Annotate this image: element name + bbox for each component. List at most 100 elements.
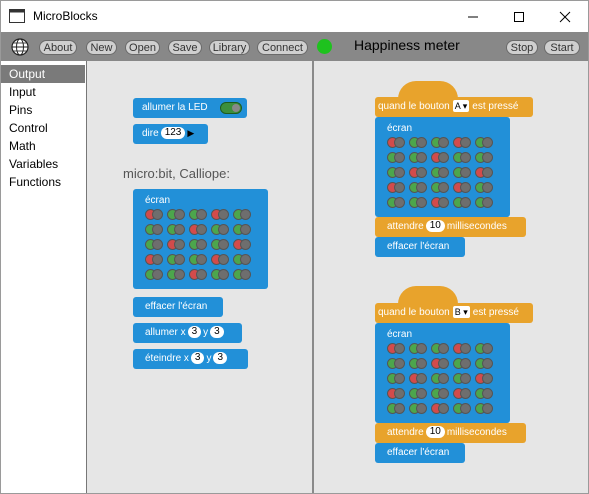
block-plot[interactable]: allumer x 3 y 3 [133, 323, 242, 343]
block-display[interactable]: écran [133, 189, 268, 289]
led-toggle[interactable] [431, 152, 449, 165]
led-toggle[interactable] [189, 254, 207, 267]
led-toggle[interactable] [475, 358, 493, 371]
maximize-button[interactable] [496, 1, 542, 32]
led-toggle[interactable] [387, 152, 405, 165]
led-toggle[interactable] [453, 182, 471, 195]
led-toggle[interactable] [475, 137, 493, 150]
led-toggle[interactable] [387, 373, 405, 386]
led-toggle[interactable] [387, 137, 405, 150]
led-toggle[interactable] [453, 137, 471, 150]
stop-button[interactable]: Stop [506, 40, 538, 55]
led-toggle[interactable] [409, 343, 427, 356]
script2-hat-block[interactable]: quand le bouton B ▾ est pressé [375, 303, 533, 323]
category-pins[interactable]: Pins [1, 101, 85, 119]
led-toggle[interactable] [431, 343, 449, 356]
led-toggle[interactable] [409, 373, 427, 386]
led-toggle[interactable] [211, 239, 229, 252]
block-clear[interactable]: effacer l'écran [133, 297, 223, 317]
led-toggle[interactable] [167, 254, 185, 267]
script2-button-dropdown[interactable]: B ▾ [452, 306, 470, 318]
led-toggle[interactable] [475, 373, 493, 386]
led-toggle[interactable] [453, 152, 471, 165]
led-toggle[interactable] [409, 167, 427, 180]
plot-x-input[interactable]: 3 [187, 326, 202, 338]
led-toggle[interactable] [167, 224, 185, 237]
led-toggle[interactable] [233, 209, 251, 222]
plot-y-input[interactable]: 3 [210, 326, 224, 338]
led-toggle[interactable] [167, 209, 185, 222]
led-toggle[interactable] [211, 209, 229, 222]
led-toggle[interactable] [475, 388, 493, 401]
led-toggle[interactable] [387, 197, 405, 210]
led-toggle[interactable] [233, 239, 251, 252]
led-toggle[interactable] [167, 239, 185, 252]
led-toggle[interactable] [189, 209, 207, 222]
expand-arrow-icon[interactable]: ▶ [187, 128, 194, 139]
led-toggle[interactable] [189, 269, 207, 282]
category-math[interactable]: Math [1, 137, 85, 155]
led-toggle[interactable] [145, 209, 163, 222]
led-toggle[interactable] [475, 343, 493, 356]
led-toggle[interactable] [453, 197, 471, 210]
script2-clear-block[interactable]: effacer l'écran [375, 443, 465, 463]
led-toggle[interactable] [387, 167, 405, 180]
category-output[interactable]: Output [1, 65, 85, 83]
script2-wait-input[interactable]: 10 [425, 426, 445, 438]
led-toggle[interactable] [431, 197, 449, 210]
start-button[interactable]: Start [544, 40, 580, 55]
script1-wait-block[interactable]: attendre 10 millisecondes [375, 217, 526, 237]
led-toggle[interactable] [475, 182, 493, 195]
category-functions[interactable]: Functions [1, 173, 85, 191]
new-button[interactable]: New [86, 40, 117, 55]
led-toggle[interactable] [387, 388, 405, 401]
led-toggle[interactable] [233, 254, 251, 267]
block-unplot[interactable]: éteindre x 3 y 3 [133, 349, 248, 369]
led-toggle[interactable] [189, 239, 207, 252]
led-toggle[interactable] [475, 197, 493, 210]
led-toggle[interactable] [387, 358, 405, 371]
led-toggle[interactable] [453, 388, 471, 401]
connect-button[interactable]: Connect [257, 40, 308, 55]
block-led-on[interactable]: allumer la LED [133, 98, 247, 118]
script1-hat-block[interactable]: quand le bouton A ▾ est pressé [375, 97, 533, 117]
minimize-button[interactable] [450, 1, 496, 32]
led-toggle[interactable] [387, 403, 405, 416]
globe-icon[interactable] [11, 38, 29, 56]
led-toggle[interactable] [453, 373, 471, 386]
open-button[interactable]: Open [125, 40, 160, 55]
block-say[interactable]: dire 123 ▶ [133, 124, 208, 144]
led-toggle[interactable] [145, 269, 163, 282]
led-toggle[interactable] [431, 358, 449, 371]
close-button[interactable] [542, 1, 588, 32]
led-toggle[interactable] [453, 358, 471, 371]
led-toggle[interactable] [145, 254, 163, 267]
led-toggle[interactable] [453, 343, 471, 356]
led-toggle[interactable] [387, 182, 405, 195]
led-toggle[interactable] [431, 167, 449, 180]
led-toggle[interactable] [211, 269, 229, 282]
script2-display-block[interactable]: écran [375, 323, 510, 423]
led-toggle[interactable] [233, 224, 251, 237]
led-toggle[interactable] [475, 152, 493, 165]
led-toggle[interactable] [233, 269, 251, 282]
script1-wait-input[interactable]: 10 [425, 220, 445, 232]
library-button[interactable]: Library [209, 40, 250, 55]
led-toggle[interactable] [409, 182, 427, 195]
led-toggle[interactable] [431, 403, 449, 416]
toggle-switch[interactable] [220, 102, 242, 114]
led-toggle[interactable] [431, 182, 449, 195]
led-toggle[interactable] [167, 269, 185, 282]
led-toggle[interactable] [189, 224, 207, 237]
led-toggle[interactable] [145, 239, 163, 252]
script2-wait-block[interactable]: attendre 10 millisecondes [375, 423, 526, 443]
category-input[interactable]: Input [1, 83, 85, 101]
save-button[interactable]: Save [168, 40, 202, 55]
led-toggle[interactable] [387, 343, 405, 356]
led-toggle[interactable] [431, 373, 449, 386]
led-toggle[interactable] [211, 254, 229, 267]
led-toggle[interactable] [409, 403, 427, 416]
led-toggle[interactable] [145, 224, 163, 237]
led-toggle[interactable] [409, 358, 427, 371]
script1-button-dropdown[interactable]: A ▾ [452, 100, 470, 112]
